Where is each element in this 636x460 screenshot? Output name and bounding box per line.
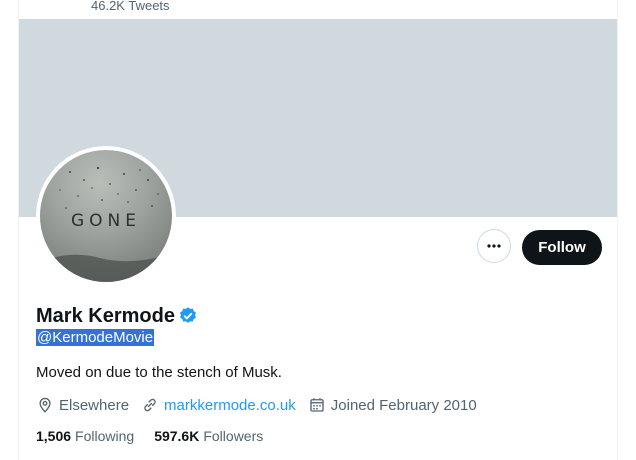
more-options-button[interactable]	[477, 229, 511, 263]
profile-handle: @KermodeMovie	[36, 329, 155, 346]
avatar[interactable]: GONE	[36, 146, 176, 286]
avatar-image: GONE	[40, 150, 172, 282]
website-item[interactable]: markkermode.co.uk	[141, 396, 296, 414]
location-item: Elsewhere	[36, 396, 129, 414]
verified-badge-icon[interactable]	[178, 306, 198, 326]
name-row: Mark Kermode	[36, 304, 198, 328]
website-link[interactable]: markkermode.co.uk	[164, 397, 296, 414]
joined-item: Joined February 2010	[308, 396, 477, 414]
location-text: Elsewhere	[59, 396, 130, 414]
joined-text: Joined February 2010	[330, 396, 477, 414]
calendar-icon	[310, 398, 324, 412]
follow-stats: 1,506 Following 597.6K Followers	[36, 428, 283, 444]
following-count: 1,506	[36, 428, 72, 444]
link-icon	[144, 398, 156, 412]
avatar-text: GONE	[70, 211, 141, 231]
more-horizontal-icon	[487, 244, 501, 248]
profile-column: 46.2K Tweets GONE Follow Mark Kermode @K…	[18, 0, 618, 460]
profile-bio: Moved on due to the stench of Musk.	[36, 364, 282, 381]
followers-label: Followers	[203, 428, 264, 444]
followers-count: 597.6K	[154, 428, 200, 444]
profile-meta: Elsewhere markkermode.co.uk Joined Febru…	[36, 396, 489, 414]
following-stat[interactable]: 1,506 Following	[36, 428, 134, 444]
followers-stat[interactable]: 597.6K Followers	[154, 428, 263, 444]
profile-name: Mark Kermode	[36, 305, 175, 327]
follow-button[interactable]: Follow	[522, 230, 602, 265]
following-label: Following	[75, 428, 135, 444]
location-pin-icon	[39, 397, 51, 413]
tweet-count: 46.2K Tweets	[91, 0, 170, 13]
